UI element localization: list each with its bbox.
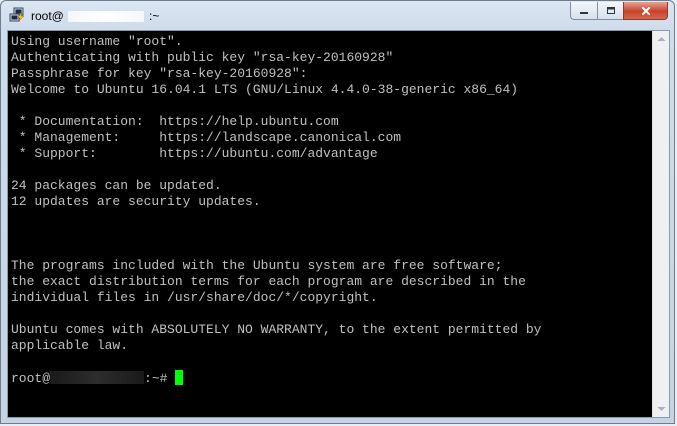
terminal-line: Ubuntu comes with ABSOLUTELY NO WARRANTY… (11, 322, 542, 337)
minimize-button[interactable] (570, 2, 597, 20)
scroll-up-icon (657, 37, 665, 41)
terminal-line: Welcome to Ubuntu 16.04.1 LTS (GNU/Linux… (11, 82, 519, 97)
terminal-line: * Documentation: https://help.ubuntu.com (11, 114, 339, 129)
terminal-line: * Support: https://ubuntu.com/advantage (11, 146, 378, 161)
title-bar[interactable]: root@ :~ (1, 1, 674, 31)
close-icon (641, 6, 650, 15)
terminal-line: Authenticating with public key "rsa-key-… (11, 50, 394, 65)
terminal-line: 12 updates are security updates. (11, 194, 261, 209)
scroll-down-button[interactable] (653, 401, 669, 417)
terminal-line: The programs included with the Ubuntu sy… (11, 258, 503, 273)
terminal-line: 24 packages can be updated. (11, 178, 222, 193)
redacted-hostname (68, 11, 144, 22)
redacted-hostname (50, 371, 145, 384)
shell-prompt-line[interactable]: root@ :~# (11, 370, 651, 386)
scroll-down-icon (657, 407, 665, 411)
text-cursor (175, 370, 184, 385)
window-title: root@ (31, 9, 64, 23)
terminal-line: Using username "root". (11, 34, 183, 49)
putty-icon[interactable] (9, 7, 25, 23)
scroll-up-button[interactable] (653, 31, 669, 47)
terminal-line: individual files in /usr/share/doc/*/cop… (11, 290, 378, 305)
close-button[interactable] (623, 2, 668, 20)
prompt-suffix: :~# (144, 371, 168, 386)
window-title-suffix: :~ (149, 9, 160, 23)
terminal-line: * Management: https://landscape.canonica… (11, 130, 402, 145)
putty-window: root@ :~ Using username "root". Authenti… (0, 0, 675, 424)
caption-buttons (570, 2, 668, 21)
maximize-button[interactable] (597, 2, 623, 20)
minimize-icon (580, 11, 588, 14)
terminal-client-area[interactable]: Using username "root". Authenticating wit… (7, 30, 670, 418)
terminal-line: Passphrase for key "rsa-key-20160928": (11, 66, 308, 81)
vertical-scrollbar[interactable] (652, 31, 669, 417)
terminal-output[interactable]: Using username "root". Authenticating wit… (11, 34, 651, 414)
maximize-icon (606, 7, 615, 14)
terminal-line: applicable law. (11, 338, 129, 353)
prompt-user: root@ (11, 371, 51, 386)
terminal-line: the exact distribution terms for each pr… (11, 274, 526, 289)
